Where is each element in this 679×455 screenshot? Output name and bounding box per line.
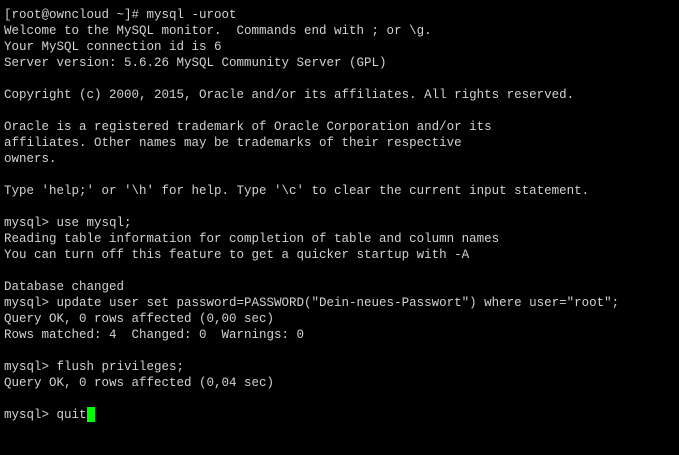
terminal-line: Copyright (c) 2000, 2015, Oracle and/or … — [4, 88, 575, 102]
terminal-input-line[interactable]: mysql> quit — [4, 407, 676, 423]
terminal-line: Welcome to the MySQL monitor. Commands e… — [4, 24, 432, 38]
terminal-line: Type 'help;' or '\h' for help. Type '\c'… — [4, 184, 590, 198]
terminal-line: mysql> flush privileges; — [4, 360, 185, 374]
terminal-line: You can turn off this feature to get a q… — [4, 248, 470, 262]
terminal-cursor — [86, 407, 95, 422]
terminal-line: Query OK, 0 rows affected (0,00 sec) — [4, 312, 275, 326]
terminal-window[interactable]: [root@owncloud ~]# mysql -uroot Welcome … — [0, 0, 679, 455]
terminal-line: Database changed — [4, 280, 125, 294]
terminal-line: Your MySQL connection id is 6 — [4, 40, 222, 54]
terminal-output: [root@owncloud ~]# mysql -uroot Welcome … — [4, 7, 676, 423]
terminal-line: Rows matched: 4 Changed: 0 Warnings: 0 — [4, 328, 305, 342]
terminal-line: Oracle is a registered trademark of Orac… — [4, 120, 492, 134]
terminal-line: Server version: 5.6.26 MySQL Community S… — [4, 56, 387, 70]
terminal-line: Query OK, 0 rows affected (0,04 sec) — [4, 376, 275, 390]
terminal-line: mysql> update user set password=PASSWORD… — [4, 296, 620, 310]
terminal-line: Reading table information for completion… — [4, 232, 500, 246]
terminal-line: affiliates. Other names may be trademark… — [4, 136, 462, 150]
terminal-prompt-input[interactable]: mysql> quit — [4, 408, 87, 422]
terminal-line: [root@owncloud ~]# mysql -uroot — [4, 8, 237, 22]
terminal-line: owners. — [4, 152, 57, 166]
terminal-line: mysql> use mysql; — [4, 216, 132, 230]
